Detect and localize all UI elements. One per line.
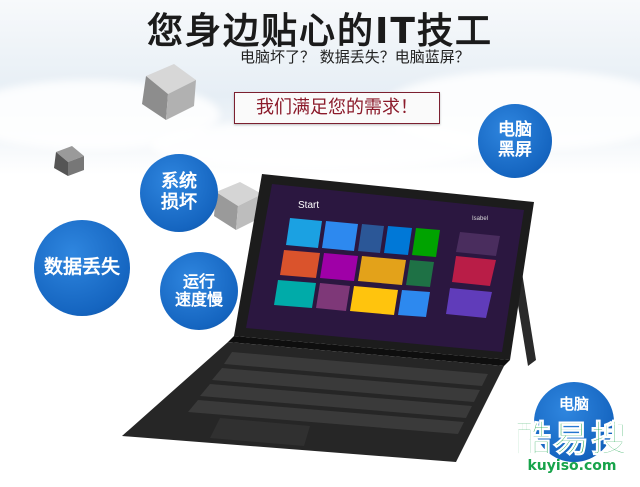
watermark-name: 酷易搜 (514, 419, 629, 461)
cube-small (54, 146, 84, 176)
watermark-logo: 酷易搜 kuyiso.com (504, 410, 640, 487)
needs-banner: 我们满足您的需求！ (234, 92, 440, 124)
cube-large (142, 64, 196, 120)
subheadline: 电脑坏了？ 数据丢失？电脑蓝屏？ (240, 48, 470, 66)
screen-start-label: Start (298, 200, 319, 211)
screen-user-label: Isabel (472, 216, 488, 222)
tablet-illustration: Start Isabel (122, 174, 536, 462)
start-screen-tiles (274, 218, 500, 318)
